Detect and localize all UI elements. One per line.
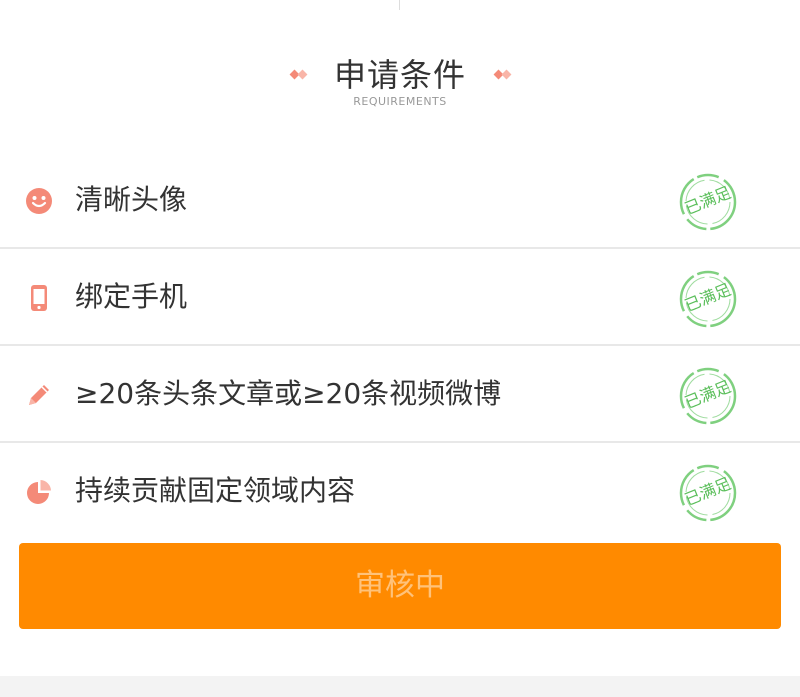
requirement-row-phone: 绑定手机 已满足	[0, 249, 800, 346]
requirements-list: 清晰头像 已满足 绑定手机 已满足 ≥20条头条文章或≥20条视频微博 已满足 …	[0, 152, 800, 538]
section-header: 申请条件 REQUIREMENTS	[0, 56, 800, 116]
smiley-face-icon	[25, 187, 53, 215]
requirement-label: 绑定手机	[75, 280, 188, 313]
application-requirements-page: 申请条件 REQUIREMENTS 清晰头像 已满足 绑定手机 已满足 ≥20条…	[0, 0, 800, 697]
requirement-label: ≥20条头条文章或≥20条视频微博	[75, 377, 502, 410]
under-review-button[interactable]: 审核中	[19, 543, 781, 629]
satisfied-stamp: 已满足	[678, 366, 738, 426]
section-title: 申请条件	[333, 56, 466, 94]
satisfied-stamp: 已满足	[678, 172, 738, 232]
satisfied-stamp: 已满足	[678, 463, 738, 523]
pie-chart-icon	[25, 478, 53, 506]
section-subtitle: REQUIREMENTS	[353, 95, 447, 108]
pencil-icon	[25, 381, 53, 409]
requirement-label: 持续贡献固定领域内容	[75, 474, 356, 507]
requirement-row-articles: ≥20条头条文章或≥20条视频微博 已满足	[0, 346, 800, 443]
satisfied-stamp: 已满足	[678, 269, 738, 329]
top-divider	[399, 0, 400, 10]
mobile-phone-icon	[25, 284, 53, 312]
right-diamond-ornament-icon	[493, 69, 514, 80]
requirement-row-avatar: 清晰头像 已满足	[0, 152, 800, 249]
requirement-row-domain-content: 持续贡献固定领域内容 已满足	[0, 443, 800, 538]
requirement-label: 清晰头像	[75, 183, 188, 216]
bottom-bar	[0, 676, 800, 697]
